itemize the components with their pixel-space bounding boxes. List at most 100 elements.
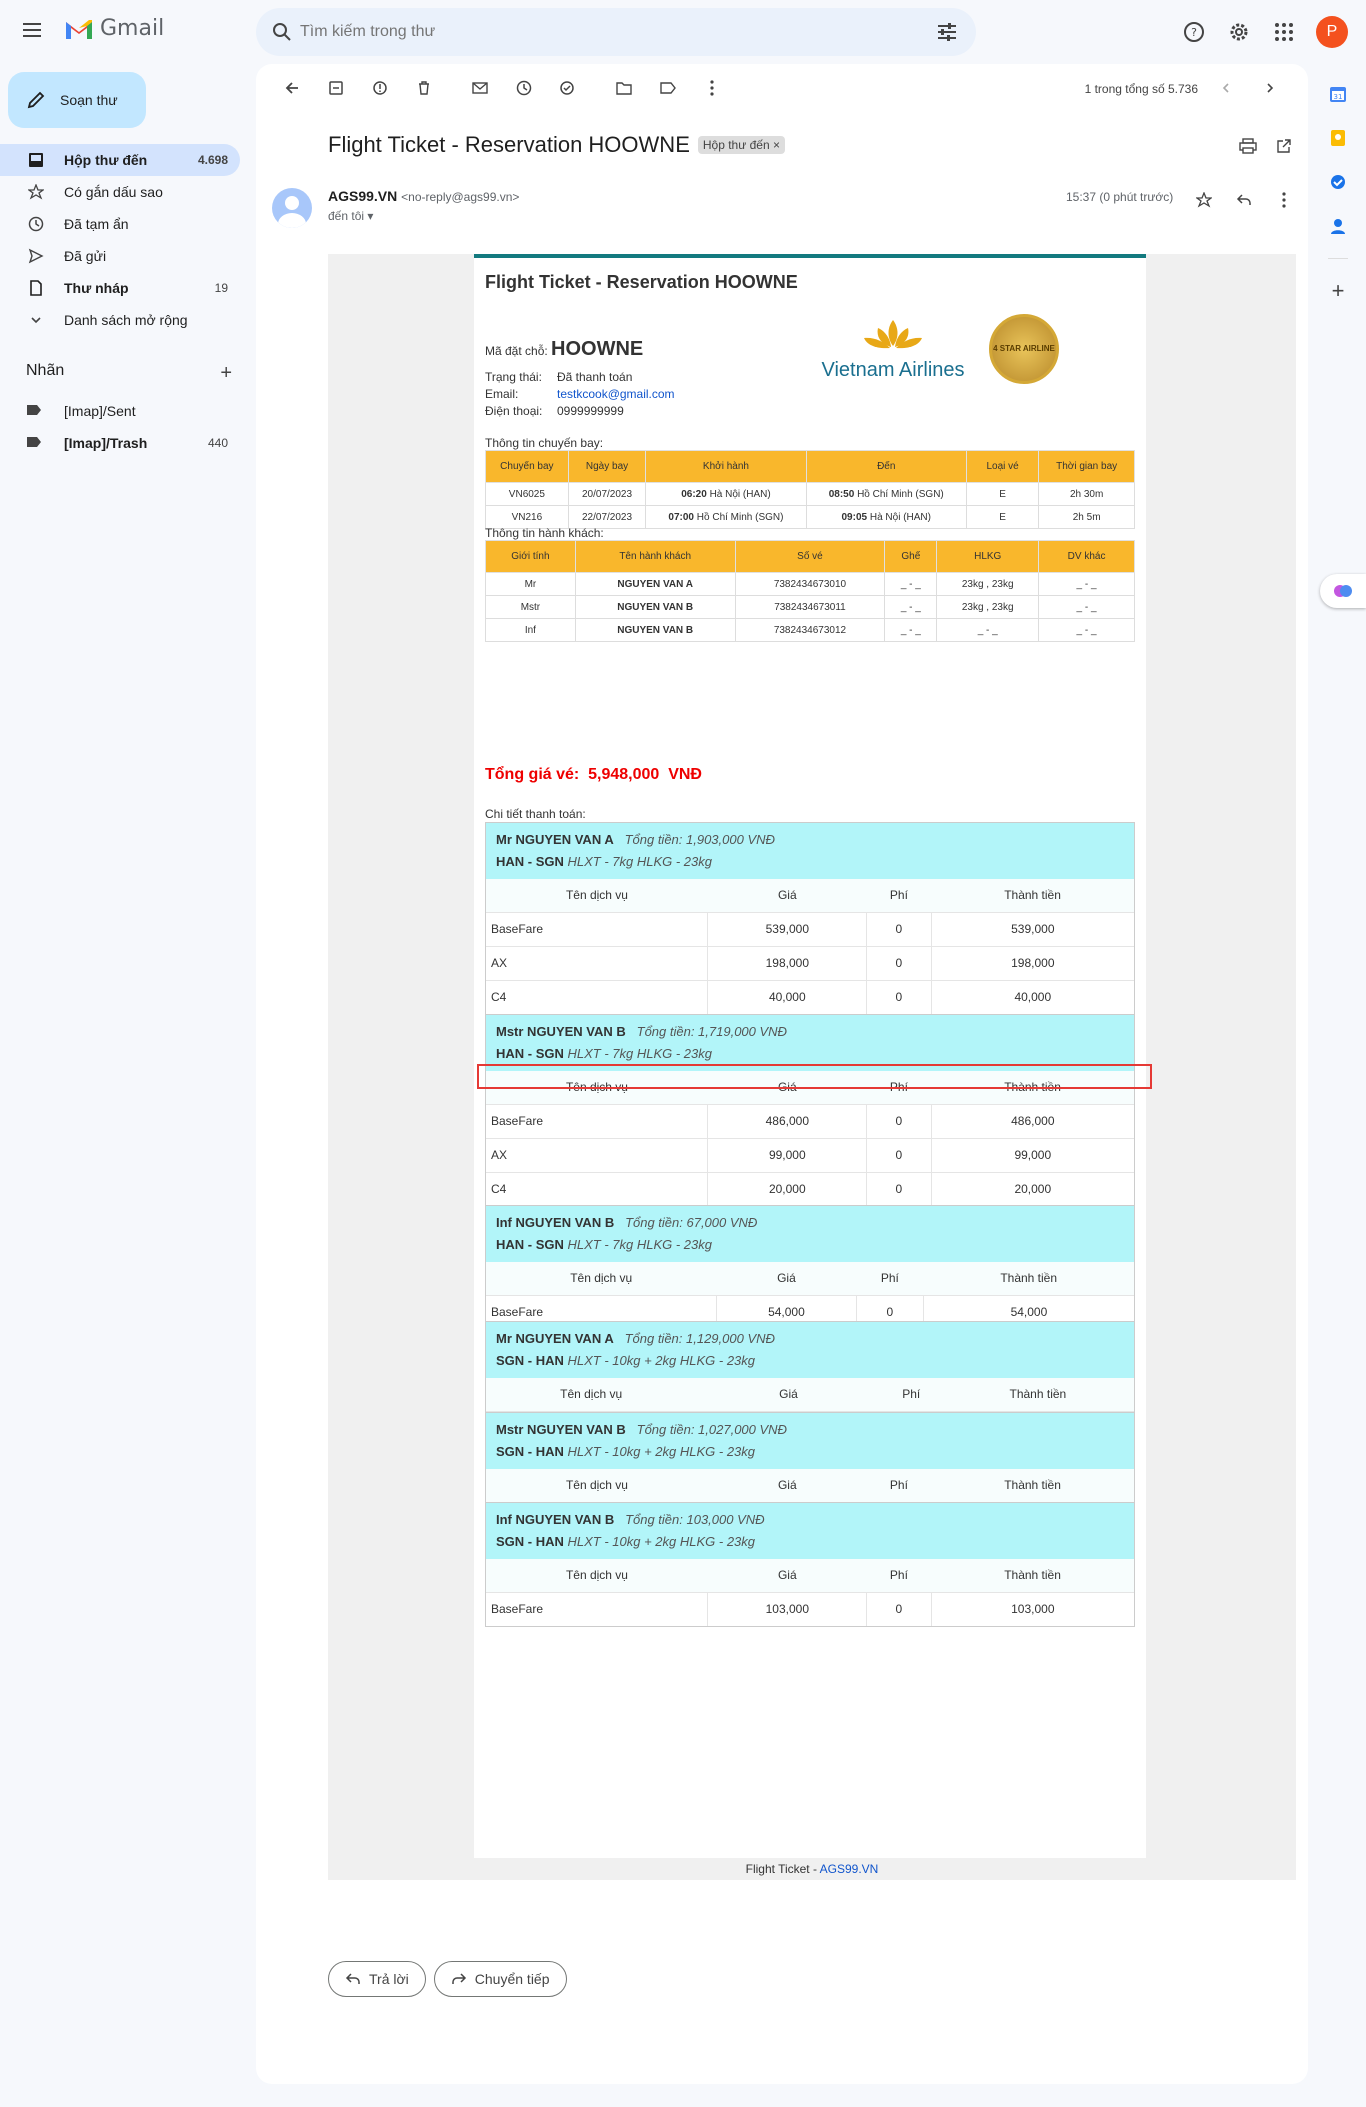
sidebar-item-starred[interactable]: Có gắn dấu sao	[0, 176, 240, 208]
compose-button[interactable]: Soạn thư	[8, 72, 146, 128]
search-icon[interactable]	[270, 20, 294, 44]
pax-row: Mstr NGUYEN VAN B 7382434673011 _ - _ 23kg ,…	[485, 595, 1135, 619]
gmail-m-icon	[66, 19, 92, 39]
payment-header: Inf NGUYEN VAN B Tổng tiền: 67,000 VNĐ HA…	[486, 1206, 1134, 1262]
service-fee: 0	[866, 911, 932, 946]
archive-icon[interactable]	[324, 76, 348, 100]
gemini-sidebar-toggle[interactable]	[1320, 574, 1366, 608]
payment-pax: Inf NGUYEN VAN B	[496, 1512, 615, 1527]
flight-col-header: Ngày bay	[567, 450, 647, 483]
chip-close-icon[interactable]: ×	[773, 138, 780, 152]
next-chevron-icon[interactable]	[1258, 76, 1282, 100]
tasks-icon[interactable]	[1318, 160, 1358, 204]
brain-icon	[1334, 585, 1352, 597]
payment-sum: Tổng tiền: 67,000 VNĐ	[625, 1215, 758, 1230]
add-label-icon[interactable]: +	[220, 362, 232, 385]
trash-count: 440	[207, 436, 228, 450]
move-to-folder-icon[interactable]	[612, 76, 636, 100]
arr-time: 09:05	[841, 511, 868, 523]
print-icon[interactable]	[1236, 134, 1260, 158]
mark-unread-icon[interactable]	[468, 76, 492, 100]
open-new-window-icon[interactable]	[1272, 134, 1296, 158]
sidebar-item-inbox[interactable]: Hộp thư đến 4.698	[0, 144, 240, 176]
delete-trash-icon[interactable]	[412, 76, 436, 100]
service-total: 103,000	[930, 1591, 1134, 1626]
other-services: _ - _	[1038, 572, 1135, 596]
payment-col-header: Giá	[707, 879, 867, 912]
calendar-icon[interactable]: 31	[1318, 72, 1358, 116]
payment-row: BaseFare 539,000 0 539,000	[486, 911, 1134, 946]
flight-departure: 07:00 Hồ Chí Minh (SGN)	[645, 505, 807, 529]
account-avatar[interactable]: P	[1316, 16, 1348, 48]
payment-col-header: Phí	[880, 1378, 942, 1411]
contacts-icon[interactable]	[1318, 204, 1358, 248]
inbox-chip[interactable]: Hộp thư đến ×	[697, 136, 785, 154]
pnr-label: Mã đặt chỗ:	[485, 344, 548, 358]
flight-col-header: Khởi hành	[645, 450, 807, 483]
payment-sum: Tổng tiền: 1,719,000 VNĐ	[636, 1024, 787, 1039]
sidebar-item-imap-sent[interactable]: [Imap]/Sent	[0, 395, 240, 427]
add-task-icon[interactable]	[556, 76, 580, 100]
add-addon-icon[interactable]: +	[1318, 269, 1358, 313]
sidebar-item-imap-trash[interactable]: [Imap]/Trash 440	[0, 427, 240, 459]
payment-route-line: HAN - SGN HLXT - 7kg HLKG - 23kg	[496, 1043, 1124, 1065]
phone-value: 0999999999	[557, 404, 624, 418]
flight-departure: 06:20 Hà Nội (HAN)	[645, 482, 807, 506]
status-row: Trạng thái: Đã thanh toán	[485, 370, 632, 384]
passengers-table: Giới tính Tên hành khách Số vé Ghế HLKG DV kh…	[485, 540, 1135, 642]
main-menu-icon[interactable]	[20, 20, 44, 44]
payment-row: C4 40,000 0 40,000	[486, 979, 1134, 1014]
back-arrow-icon[interactable]	[280, 76, 304, 100]
settings-gear-icon[interactable]	[1225, 18, 1253, 46]
search-bar[interactable]	[256, 8, 976, 56]
recipient-dropdown[interactable]: đến tôi ▾	[328, 209, 373, 223]
sender-name[interactable]: AGS99.VN	[328, 188, 397, 204]
sidebar-item-label: Đã gửi	[64, 248, 107, 264]
apps-grid-icon[interactable]	[1270, 18, 1298, 46]
payment-header: Mr NGUYEN VAN A Tổng tiền: 1,129,000 VNĐ…	[486, 1322, 1134, 1378]
payment-pax: Mstr NGUYEN VAN B	[496, 1422, 626, 1437]
payment-header-row: Tên dịch vụ Giá Phí Thành tiền	[486, 1262, 1134, 1295]
reply-button[interactable]: Trả lời	[328, 1961, 426, 1997]
message-toolbar: 1 trong tổng số 5.736	[256, 64, 1308, 112]
keep-icon[interactable]	[1318, 116, 1358, 160]
service-fee: 0	[866, 1137, 932, 1172]
more-vert-icon[interactable]	[700, 76, 724, 100]
reply-arrow-icon[interactable]	[1232, 188, 1256, 212]
email-time: 15:37 (0 phút trước)	[1066, 190, 1174, 204]
forward-button[interactable]: Chuyển tiếp	[433, 1961, 567, 1997]
ticket-number: 7382434673010	[734, 572, 886, 596]
payment-col-header: Thành tiền	[931, 879, 1134, 912]
help-icon[interactable]: ?	[1180, 18, 1208, 46]
sidebar-item-label: Có gắn dấu sao	[64, 184, 163, 200]
baggage: 23kg , 23kg	[936, 595, 1040, 619]
snooze-clock-icon[interactable]	[512, 76, 536, 100]
contact-email-link[interactable]: testkcook@gmail.com	[557, 387, 675, 401]
search-input[interactable]	[300, 20, 900, 44]
service-name: C4	[486, 979, 708, 1014]
sidebar-item-label: Danh sách mở rộng	[64, 312, 188, 328]
gmail-logo[interactable]: Gmail	[64, 16, 164, 41]
sender-avatar[interactable]	[272, 188, 312, 228]
message-more-icon[interactable]	[1272, 188, 1296, 212]
sidebar-item-sent[interactable]: Đã gửi	[0, 240, 240, 272]
payment-col-header: Giá	[716, 1262, 857, 1295]
flights-heading: Thông tin chuyến bay:	[485, 436, 604, 450]
report-spam-icon[interactable]	[368, 76, 392, 100]
footer-link[interactable]: AGS99.VN	[820, 1862, 879, 1876]
email-label: Email:	[485, 387, 519, 401]
filter-options-icon[interactable]	[936, 21, 958, 43]
sidebar-item-snoozed[interactable]: Đã tạm ẩn	[0, 208, 240, 240]
label-icon[interactable]	[656, 76, 680, 100]
pax-title: Mr	[485, 572, 576, 596]
prev-chevron-icon[interactable]	[1214, 76, 1238, 100]
pax-heading: Thông tin hành khách:	[485, 526, 604, 540]
service-name: C4	[486, 1171, 708, 1206]
sidebar-item-more[interactable]: Danh sách mở rộng	[0, 304, 240, 336]
payment-title-line: Mstr NGUYEN VAN B Tổng tiền: 1,719,000 V…	[496, 1021, 1124, 1043]
star-toggle-icon[interactable]	[1192, 188, 1216, 212]
sidebar-item-drafts[interactable]: Thư nháp 19	[0, 272, 240, 304]
pax-name: NGUYEN VAN A	[574, 572, 736, 596]
flight-col-header: Thời gian bay	[1038, 450, 1135, 483]
pax-title: Inf	[485, 618, 576, 642]
